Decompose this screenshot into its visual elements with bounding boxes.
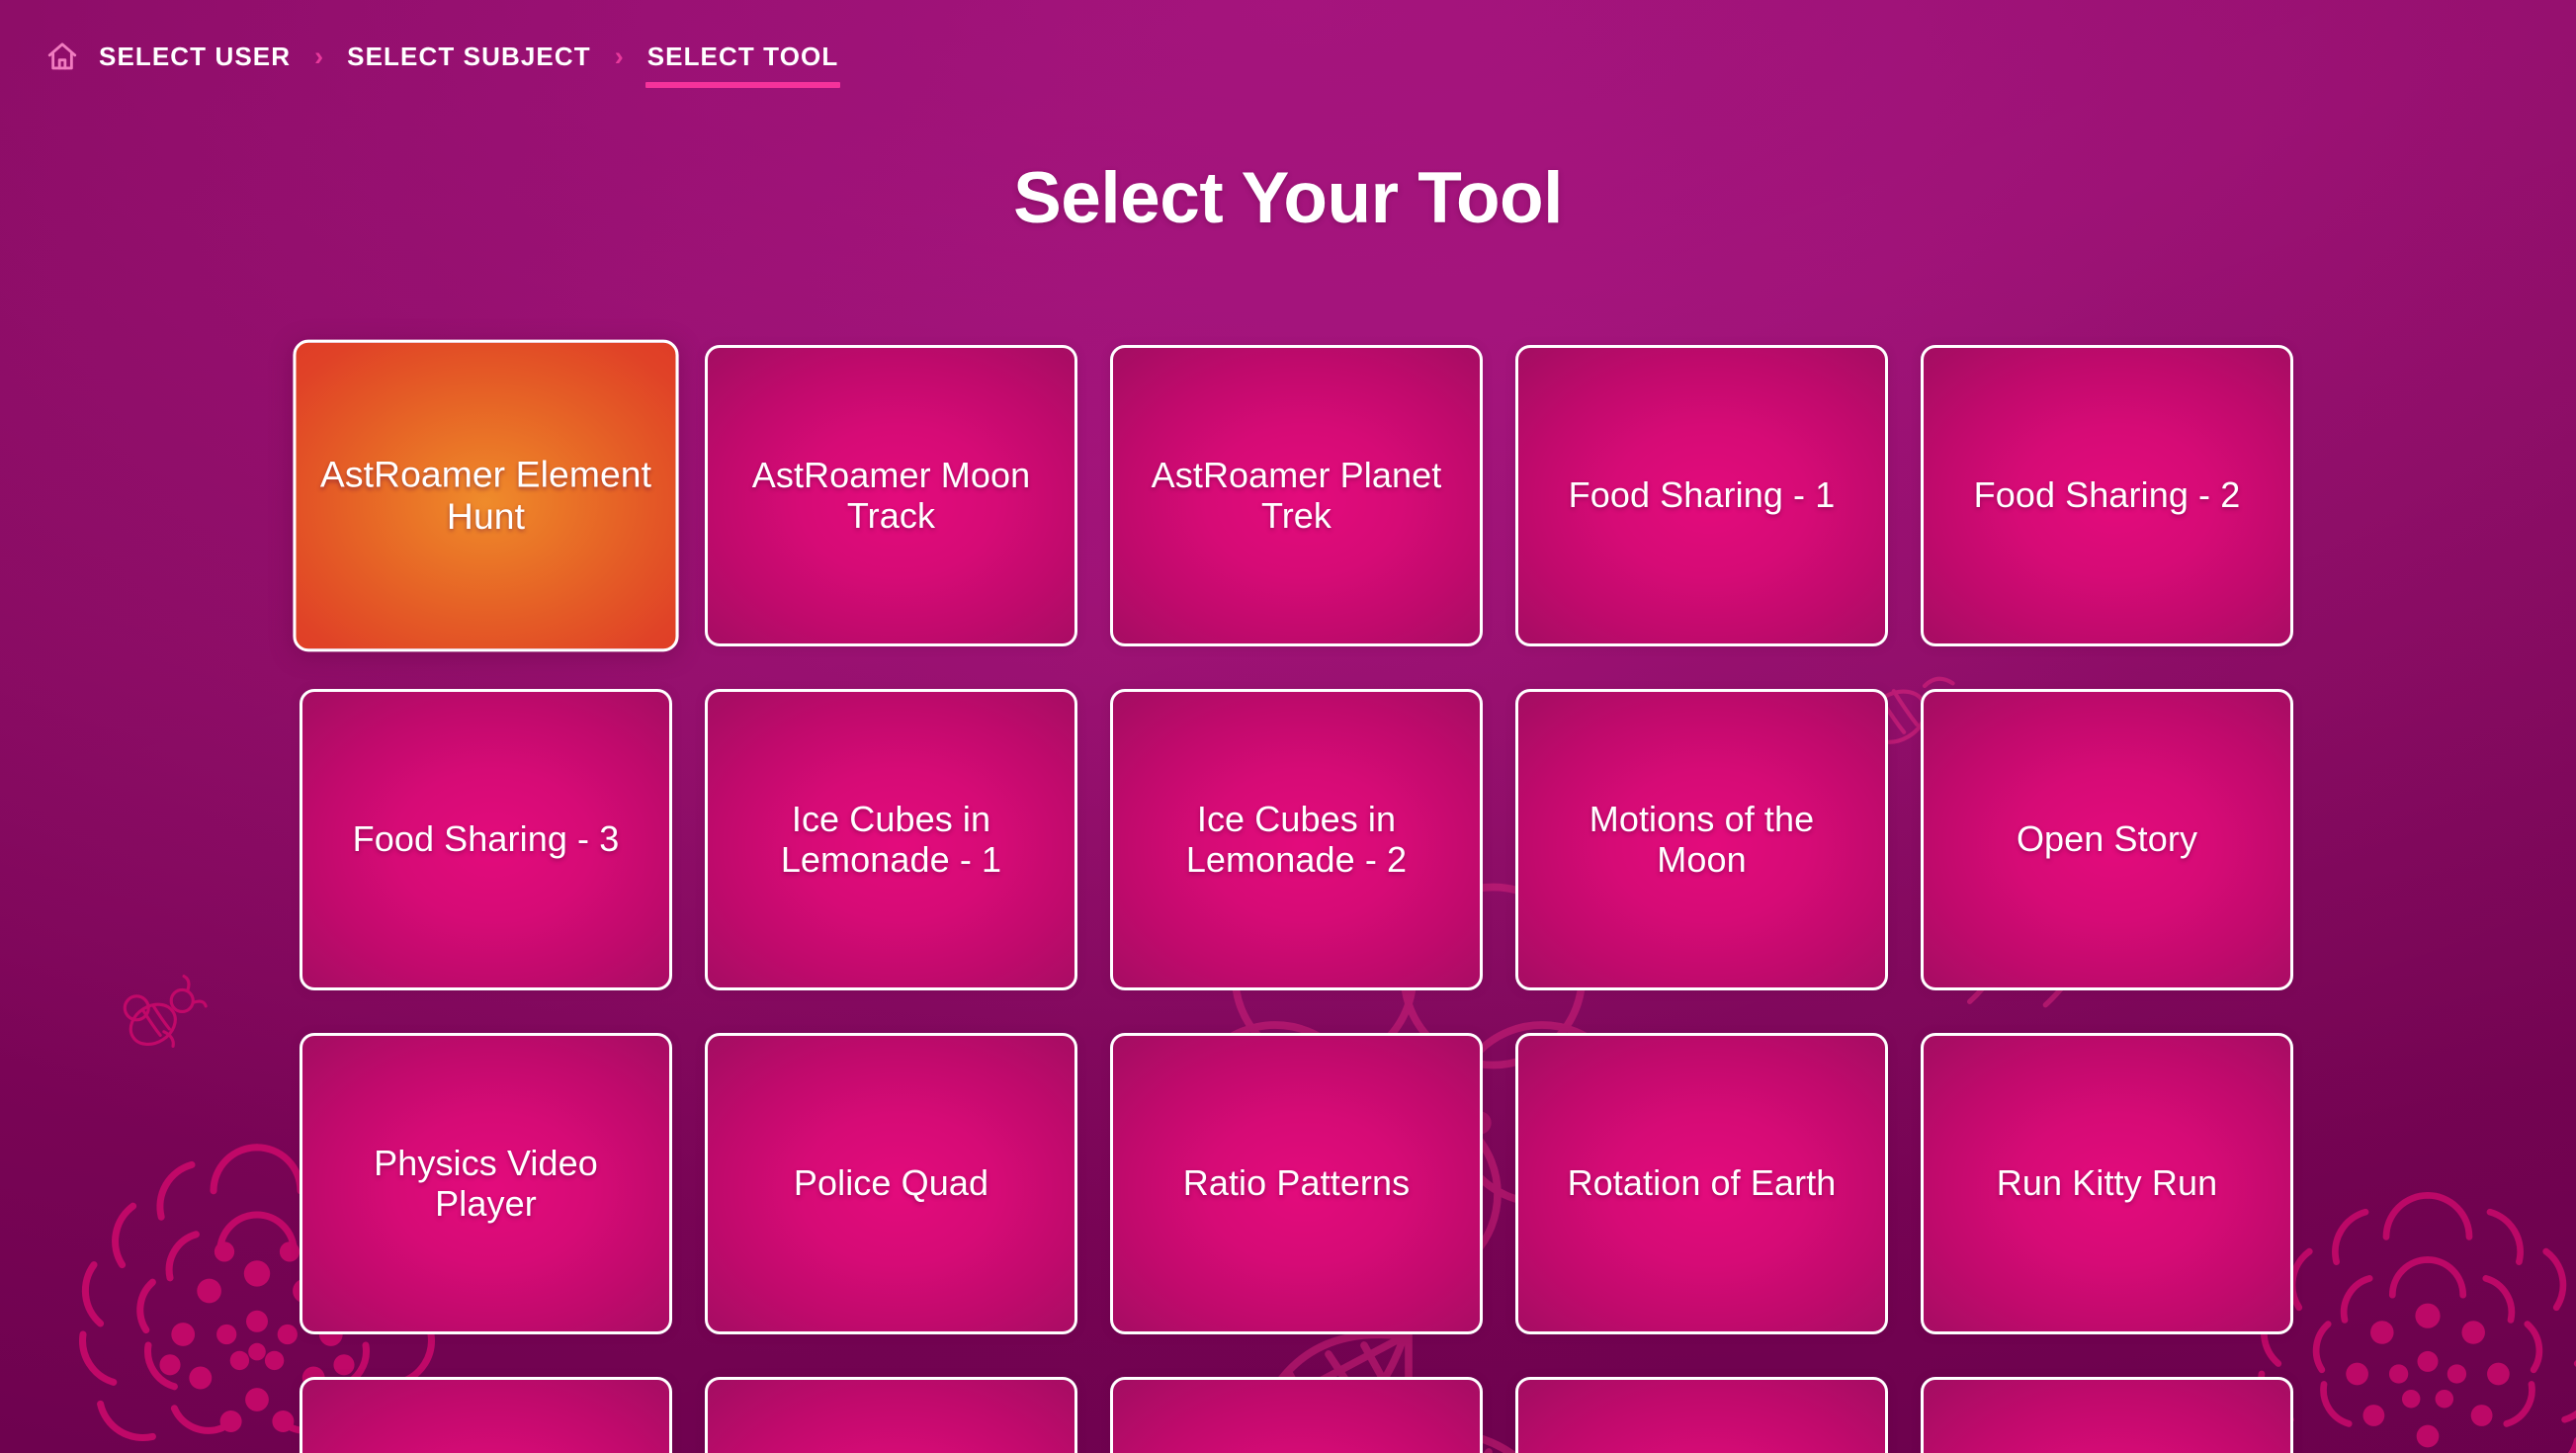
tool-tile-label: Ice Cubes in Lemonade - 2 <box>1185 799 1408 880</box>
tool-tile-label: Open Story <box>2016 818 2198 860</box>
tool-tile-label: Ice Cubes in Lemonade - 1 <box>780 799 1002 880</box>
breadcrumb-item-select-user[interactable]: SELECT USER <box>97 40 293 74</box>
chevron-right-icon: › <box>314 41 324 71</box>
tool-tile-label: AstRoamer Planet Trek <box>1151 455 1442 536</box>
tool-tile-empty-19[interactable] <box>1921 1377 2293 1453</box>
tool-grid: AstRoamer Element Hunt AstRoamer Moon Tra… <box>293 339 2294 1453</box>
tool-tile-physics-video-player[interactable]: Physics Video Player <box>300 1033 672 1334</box>
tool-tile-label: Food Sharing - 2 <box>1973 474 2241 516</box>
home-icon[interactable] <box>43 38 81 75</box>
tool-tile-run-kitty-run[interactable]: Run Kitty Run <box>1921 1033 2293 1334</box>
tool-tile-ratio-patterns[interactable]: Ratio Patterns <box>1110 1033 1483 1334</box>
breadcrumb-active-underline <box>644 81 841 88</box>
breadcrumb-item-select-tool[interactable]: SELECT TOOL <box>644 40 841 88</box>
breadcrumb-item-select-subject[interactable]: SELECT SUBJECT <box>345 40 593 74</box>
tool-tile-label: Physics Video Player <box>374 1143 598 1224</box>
tool-tile-label: Food Sharing - 3 <box>352 818 620 860</box>
tool-tile-label: AstRoamer Element Hunt <box>319 453 652 537</box>
chevron-right-icon-2: › <box>614 41 624 71</box>
tool-tile-label: Police Quad <box>793 1162 989 1204</box>
tool-tile-astroamer-moon-track[interactable]: AstRoamer Moon Track <box>705 345 1077 646</box>
tool-tile-open-story[interactable]: Open Story <box>1921 689 2293 990</box>
tool-tile-label: Run Kitty Run <box>1996 1162 2218 1204</box>
tool-tile-motions-of-the-moon[interactable]: Motions of the Moon <box>1515 689 1888 990</box>
breadcrumb-active-label: SELECT TOOL <box>646 41 839 71</box>
tool-tile-astroamer-planet-trek[interactable]: AstRoamer Planet Trek <box>1110 345 1483 646</box>
tool-tile-empty-16[interactable] <box>705 1377 1077 1453</box>
tool-tile-label: Ratio Patterns <box>1182 1162 1411 1204</box>
tool-tile-ice-cubes-in-lemonade-2[interactable]: Ice Cubes in Lemonade - 2 <box>1110 689 1483 990</box>
tool-tile-rotation-of-earth[interactable]: Rotation of Earth <box>1515 1033 1888 1334</box>
tool-tile-food-sharing-3[interactable]: Food Sharing - 3 <box>300 689 672 990</box>
tool-tile-police-quad[interactable]: Police Quad <box>705 1033 1077 1334</box>
tool-tile-ice-cubes-in-lemonade-1[interactable]: Ice Cubes in Lemonade - 1 <box>705 689 1077 990</box>
tool-tile-astroamer-element-hunt[interactable]: AstRoamer Element Hunt <box>293 339 679 652</box>
tool-tile-label: Food Sharing - 1 <box>1568 474 1836 516</box>
tool-tile-food-sharing-1[interactable]: Food Sharing - 1 <box>1515 345 1888 646</box>
page-title: Select Your Tool <box>1013 158 1563 238</box>
tool-tile-label: AstRoamer Moon Track <box>751 455 1031 536</box>
tool-tile-empty-17[interactable] <box>1110 1377 1483 1453</box>
tool-tile-food-sharing-2[interactable]: Food Sharing - 2 <box>1921 345 2293 646</box>
breadcrumb: SELECT USER › SELECT SUBJECT › SELECT TO… <box>43 34 841 88</box>
tool-tile-empty-15[interactable] <box>300 1377 672 1453</box>
tool-tile-label: Motions of the Moon <box>1589 799 1815 880</box>
tool-tile-empty-18[interactable] <box>1515 1377 1888 1453</box>
tool-tile-label: Rotation of Earth <box>1567 1162 1837 1204</box>
